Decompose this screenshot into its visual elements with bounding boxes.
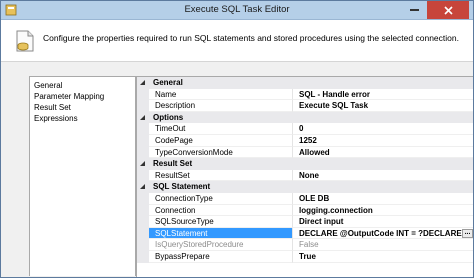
property-row-description[interactable]: Description Execute SQL Task <box>137 100 473 112</box>
property-name: ConnectionType <box>149 192 293 205</box>
row-gutter <box>137 100 149 112</box>
nav-item-result-set[interactable]: Result Set <box>30 102 135 113</box>
category-gutter <box>137 158 149 170</box>
row-gutter <box>137 250 149 263</box>
close-icon <box>443 5 453 15</box>
property-value[interactable]: OLE DB <box>293 193 473 205</box>
sql-statement-text: DECLARE @OutputCode INT = ?DECLARE @S <box>299 228 474 238</box>
category-label: Options <box>149 111 473 124</box>
property-row-name[interactable]: Name SQL - Handle error <box>137 88 473 101</box>
category-gutter <box>137 181 149 193</box>
property-name: IsQueryStoredProcedure <box>149 239 293 251</box>
property-value[interactable]: DECLARE @OutputCode INT = ?DECLARE @S ..… <box>293 228 474 240</box>
category-gutter <box>137 111 149 124</box>
property-row-codepage[interactable]: CodePage 1252 <box>137 134 473 147</box>
property-value[interactable]: Allowed <box>293 147 473 159</box>
execute-sql-task-editor-window: Execute SQL Task Editor Configure the pr… <box>0 0 474 278</box>
property-row-isquerystoredprocedure: IsQueryStoredProcedure False <box>137 239 473 251</box>
category-options[interactable]: Options <box>137 111 473 124</box>
property-name: SQLStatement <box>149 227 293 240</box>
collapse-icon[interactable] <box>140 80 146 86</box>
property-name: TimeOut <box>149 123 293 135</box>
property-value[interactable]: 1252 <box>293 135 473 147</box>
category-label: SQL Statement <box>149 181 473 193</box>
row-gutter <box>137 169 149 182</box>
task-document-icon <box>16 30 34 52</box>
row-gutter <box>137 227 149 240</box>
property-row-connection[interactable]: Connection logging.connection <box>137 204 473 217</box>
property-name: BypassPrepare <box>149 250 293 263</box>
category-result-set[interactable]: Result Set <box>137 158 473 170</box>
property-name: Description <box>149 100 293 112</box>
property-value[interactable]: Execute SQL Task <box>293 100 473 112</box>
row-gutter <box>137 134 149 147</box>
property-row-resultset[interactable]: ResultSet None <box>137 169 473 182</box>
row-gutter <box>137 239 149 251</box>
property-row-sqlstatement[interactable]: SQLStatement DECLARE @OutputCode INT = ?… <box>137 227 474 240</box>
property-value[interactable]: True <box>293 251 473 263</box>
page-navigation-list: General Parameter Mapping Result Set Exp… <box>29 76 136 276</box>
property-value[interactable]: logging.connection <box>293 205 473 217</box>
collapse-icon[interactable] <box>140 184 146 190</box>
property-row-typeconversionmode[interactable]: TypeConversionMode Allowed <box>137 146 473 159</box>
property-name: SQLSourceType <box>149 216 293 228</box>
property-name: ResultSet <box>149 169 293 182</box>
property-value[interactable]: SQL - Handle error <box>293 89 473 101</box>
nav-item-expressions[interactable]: Expressions <box>30 113 135 124</box>
category-label: General <box>149 77 473 89</box>
close-button[interactable] <box>427 1 469 19</box>
property-name: Name <box>149 88 293 101</box>
row-gutter <box>137 216 149 228</box>
nav-item-general[interactable]: General <box>30 80 135 91</box>
collapse-icon[interactable] <box>140 114 146 121</box>
category-gutter <box>137 77 149 89</box>
property-value[interactable]: None <box>293 170 473 182</box>
property-grid: General Name SQL - Handle error Descript… <box>136 76 474 277</box>
property-row-sqlsourcetype[interactable]: SQLSourceType Direct input <box>137 216 473 228</box>
row-gutter <box>137 123 149 135</box>
nav-item-parameter-mapping[interactable]: Parameter Mapping <box>30 91 135 102</box>
collapse-icon[interactable] <box>140 161 146 167</box>
ellipsis-button[interactable]: ... <box>462 228 473 238</box>
row-gutter <box>137 88 149 101</box>
property-row-timeout[interactable]: TimeOut 0 <box>137 123 473 135</box>
category-sql-statement[interactable]: SQL Statement <box>137 181 473 193</box>
property-name: Connection <box>149 204 293 217</box>
minimize-button[interactable] <box>401 1 427 19</box>
header-description: Configure the properties required to run… <box>43 33 459 43</box>
property-name: CodePage <box>149 134 293 147</box>
category-label: Result Set <box>149 158 473 170</box>
minimize-icon <box>409 8 419 11</box>
property-value: False <box>293 239 473 251</box>
category-general[interactable]: General <box>137 77 473 89</box>
title-bar[interactable]: Execute SQL Task Editor <box>1 1 473 20</box>
dialog-header: Configure the properties required to run… <box>1 20 473 62</box>
row-gutter <box>137 192 149 205</box>
property-row-connectiontype[interactable]: ConnectionType OLE DB <box>137 192 473 205</box>
row-gutter <box>137 146 149 159</box>
property-name: TypeConversionMode <box>149 146 293 159</box>
property-value[interactable]: Direct input <box>293 216 473 228</box>
row-gutter <box>137 204 149 217</box>
property-value[interactable]: 0 <box>293 123 473 135</box>
property-row-bypassprepare[interactable]: BypassPrepare True <box>137 250 473 263</box>
